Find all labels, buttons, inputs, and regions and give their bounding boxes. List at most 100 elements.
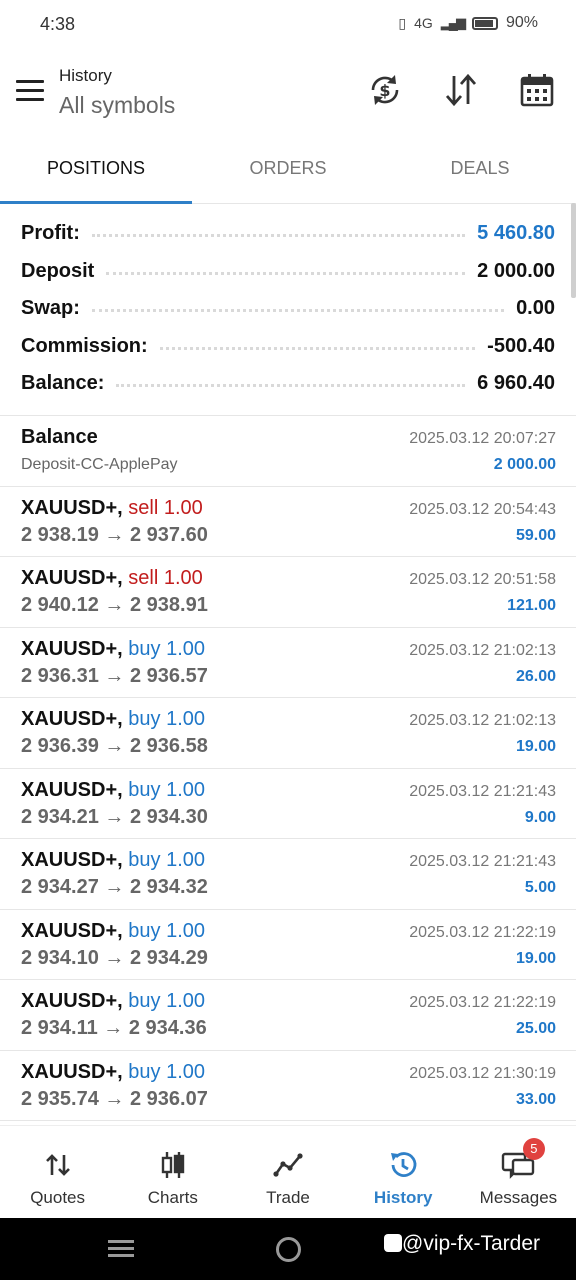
profit-label: Profit:	[21, 222, 80, 245]
balance-entry-date: 2025.03.12 20:07:27	[409, 430, 556, 447]
nav-history[interactable]: History	[346, 1126, 461, 1218]
status-time: 4:38	[40, 14, 76, 34]
position-row[interactable]: XAUUSD+, buy 1.00 2 934.10 → 2 934.29 2025…	[0, 910, 576, 980]
system-navigation-bar: @vip-fx-Tarder	[0, 1218, 576, 1280]
nav-charts[interactable]: Charts	[115, 1126, 230, 1218]
balance-entry[interactable]: Balance Deposit-CC-ApplePay 2025.03.12 2…	[0, 416, 576, 487]
status-bar: 4:38 ▯ 4G ▂▄▆ 90%	[0, 0, 576, 50]
nav-messages[interactable]: 5 Messages	[461, 1126, 576, 1218]
sort-arrows-icon[interactable]	[443, 72, 479, 108]
nav-trade[interactable]: Trade	[230, 1126, 345, 1218]
positions-list: Balance Deposit-CC-ApplePay 2025.03.12 2…	[0, 416, 576, 1121]
bottom-navigation: Quotes Charts Trade History 5 Messages	[0, 1125, 576, 1218]
position-title: XAUUSD+, buy 1.00	[21, 779, 205, 802]
dollar-refresh-icon[interactable]: $	[367, 72, 403, 108]
signal-icon: ▂▄▆	[440, 15, 466, 30]
position-date: 2025.03.12 20:51:58	[409, 571, 556, 588]
summary-profit-row: Profit: 5 460.80	[0, 215, 576, 253]
position-prices: 2 934.27 → 2 934.32	[21, 876, 208, 898]
position-row[interactable]: XAUUSD+, buy 1.00 2 936.39 → 2 936.58 2025…	[0, 698, 576, 769]
position-symbol: XAUUSD+,	[21, 637, 123, 660]
position-title: XAUUSD+, sell 1.00	[21, 567, 203, 590]
position-prices: 2 935.74 → 2 936.07	[21, 1087, 208, 1110]
position-title: XAUUSD+, buy 1.00	[21, 708, 205, 731]
hamburger-menu-icon[interactable]	[16, 80, 44, 102]
position-side: buy 1.00	[128, 708, 205, 730]
dot-leader	[116, 384, 466, 388]
position-profit: 121.00	[507, 597, 556, 614]
dot-leader	[106, 271, 466, 275]
network-type: 4G	[414, 15, 433, 31]
screen-title: History	[59, 66, 112, 85]
app-bar: History All symbols $	[0, 58, 576, 128]
position-row[interactable]: XAUUSD+, buy 1.00 2 935.74 → 2 936.07 2025…	[0, 1051, 576, 1121]
candlestick-icon	[161, 1152, 184, 1178]
position-date: 2025.03.12 20:54:43	[409, 500, 556, 518]
battery-level: 90%	[505, 14, 538, 31]
deposit-label: Deposit	[21, 259, 95, 282]
position-prices: 2 940.12 → 2 938.91	[21, 594, 208, 616]
position-side: buy 1.00	[128, 778, 205, 801]
nav-charts-label: Charts	[147, 1188, 198, 1207]
position-date: 2025.03.12 21:22:19	[409, 994, 556, 1011]
symbol-filter[interactable]: All symbols	[59, 92, 175, 119]
position-profit: 25.00	[515, 1020, 556, 1037]
dot-leader	[91, 309, 505, 313]
position-row[interactable]: XAUUSD+, buy 1.00 2 934.21 → 2 934.30 2025…	[0, 769, 576, 839]
battery-icon	[471, 16, 498, 30]
summary-balance-row: Balance: 6 960.40	[0, 365, 576, 403]
position-date: 2025.03.12 21:02:13	[409, 712, 556, 729]
commission-label: Commission:	[21, 334, 148, 357]
position-title: XAUUSD+, buy 1.00	[21, 638, 205, 661]
profit-value: 5 460.80	[477, 222, 555, 245]
position-date: 2025.03.12 21:02:13	[409, 641, 556, 659]
position-symbol: XAUUSD+,	[21, 919, 123, 942]
position-prices: 2 936.31 → 2 936.57	[21, 664, 208, 687]
position-symbol: XAUUSD+,	[21, 1060, 123, 1083]
summary-deposit-row: Deposit 2 000.00	[0, 253, 576, 291]
position-title: XAUUSD+, buy 1.00	[21, 849, 205, 872]
position-prices: 2 934.21 → 2 934.30	[21, 805, 208, 828]
dot-leader	[159, 346, 476, 350]
position-row[interactable]: XAUUSD+, buy 1.00 2 934.27 → 2 934.32 2025…	[0, 839, 576, 910]
summary-commission-row: Commission: -500.40	[0, 328, 576, 366]
position-prices: 2 936.39 → 2 936.58	[21, 735, 208, 757]
home-icon[interactable]	[276, 1237, 301, 1262]
position-profit: 9.00	[524, 808, 556, 826]
position-symbol: XAUUSD+,	[21, 990, 123, 1012]
position-date: 2025.03.12 21:21:43	[409, 782, 556, 800]
summary-swap-row: Swap: 0.00	[0, 290, 576, 328]
position-prices: 2 934.11 → 2 934.36	[21, 1017, 207, 1039]
position-side: buy 1.00	[128, 1060, 205, 1083]
position-symbol: XAUUSD+,	[21, 496, 123, 519]
position-side: buy 1.00	[128, 990, 205, 1012]
tab-deals[interactable]: DEALS	[384, 140, 576, 203]
history-tabs: POSITIONS ORDERS DEALS	[0, 140, 576, 204]
position-side: buy 1.00	[128, 637, 205, 660]
commission-value: -500.40	[487, 334, 555, 357]
dot-leader	[91, 234, 466, 238]
position-row[interactable]: XAUUSD+, sell 1.00 2 940.12 → 2 938.91 202…	[0, 557, 576, 628]
position-side: sell 1.00	[128, 567, 203, 589]
position-row[interactable]: XAUUSD+, buy 1.00 2 934.11 → 2 934.36 2025…	[0, 980, 576, 1051]
position-row[interactable]: XAUUSD+, buy 1.00 2 936.31 → 2 936.57 2025…	[0, 628, 576, 698]
tab-orders[interactable]: ORDERS	[192, 140, 384, 203]
recent-apps-icon[interactable]	[108, 1240, 134, 1258]
messages-badge: 5	[522, 1138, 545, 1160]
nav-quotes[interactable]: Quotes	[0, 1126, 115, 1218]
svg-text:$: $	[379, 81, 390, 100]
status-indicators: ▯ 4G ▂▄▆ 90%	[398, 14, 538, 32]
swap-label: Swap:	[21, 297, 80, 320]
position-title: XAUUSD+, buy 1.00	[21, 920, 205, 943]
deposit-value: 2 000.00	[477, 259, 555, 282]
position-side: buy 1.00	[128, 849, 205, 871]
balance-value: 6 960.40	[477, 372, 555, 395]
position-row[interactable]: XAUUSD+, sell 1.00 2 938.19 → 2 937.60 202…	[0, 487, 576, 557]
position-side: sell 1.00	[128, 496, 203, 519]
position-title: XAUUSD+, buy 1.00	[21, 990, 205, 1013]
calendar-icon[interactable]	[519, 72, 555, 108]
swap-value: 0.00	[516, 297, 555, 320]
summary-panel: Profit: 5 460.80 Deposit 2 000.00 Swap: …	[0, 215, 576, 403]
tab-positions[interactable]: POSITIONS	[0, 140, 192, 204]
trade-line-icon	[273, 1153, 303, 1177]
